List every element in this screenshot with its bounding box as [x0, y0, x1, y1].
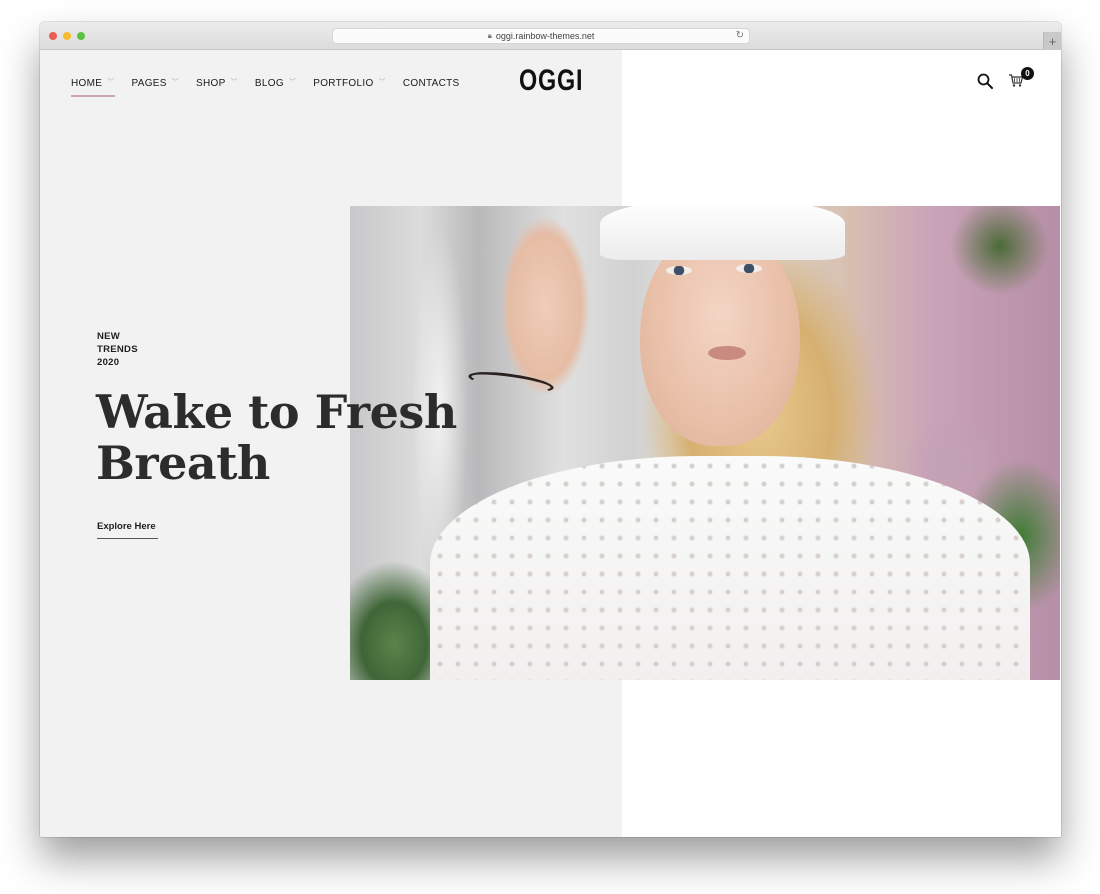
- lock-icon: 🔒︎: [487, 31, 492, 40]
- chevron-down-icon: ﹀: [378, 79, 386, 86]
- explore-here-link[interactable]: Explore Here: [97, 521, 158, 539]
- nav-label: SHOP: [196, 77, 226, 89]
- main-navigation: HOME ﹀ PAGES ﹀ SHOP ﹀ BLOG ﹀ PORTFOLIO ﹀…: [71, 76, 477, 97]
- chevron-down-icon: ﹀: [288, 79, 297, 86]
- search-icon[interactable]: [977, 73, 993, 89]
- eyebrow-line: TRENDS: [97, 344, 138, 355]
- nav-label: HOME: [71, 77, 103, 89]
- nav-label: PAGES: [131, 77, 167, 89]
- image-arm: [465, 206, 615, 506]
- image-eye: [736, 264, 762, 273]
- image-eye: [666, 266, 692, 275]
- url-text: oggi.rainbow-themes.net: [495, 31, 595, 41]
- chevron-down-icon: ﹀: [230, 79, 238, 86]
- hero-headline: Wake to Fresh Breath: [96, 387, 457, 489]
- nav-label: PORTFOLIO: [313, 77, 374, 89]
- address-bar[interactable]: 🔒︎ oggi.rainbow-themes.net ↻: [332, 28, 750, 44]
- close-window-button[interactable]: [49, 32, 57, 40]
- nav-item-shop[interactable]: SHOP ﹀: [196, 76, 238, 90]
- eyebrow-line: 2020: [97, 357, 120, 368]
- nav-item-portfolio[interactable]: PORTFOLIO ﹀: [313, 76, 386, 90]
- cart-count-badge: 0: [1021, 67, 1034, 80]
- new-tab-button[interactable]: +: [1043, 32, 1061, 50]
- hero-eyebrow: NEW TRENDS 2020: [97, 330, 138, 369]
- nav-item-home[interactable]: HOME ﹀: [71, 76, 115, 97]
- reload-icon[interactable]: ↻: [736, 30, 744, 41]
- nav-item-contacts[interactable]: CONTACTS: [403, 76, 460, 90]
- chevron-down-icon: ﹀: [107, 79, 115, 86]
- web-page: HOME ﹀ PAGES ﹀ SHOP ﹀ BLOG ﹀ PORTFOLIO ﹀…: [40, 50, 1061, 837]
- browser-titlebar: 🔒︎ oggi.rainbow-themes.net ↻ +: [40, 22, 1061, 50]
- chevron-down-icon: ﹀: [171, 79, 180, 86]
- headline-line: Wake to Fresh: [96, 385, 457, 439]
- nav-label: BLOG: [254, 77, 284, 89]
- image-blouse: [430, 456, 1030, 680]
- nav-item-blog[interactable]: BLOG ﹀: [255, 76, 296, 90]
- nav-label: CONTACTS: [402, 77, 460, 89]
- site-logo[interactable]: OGGI: [519, 64, 583, 98]
- image-lips: [708, 346, 746, 360]
- headline-line: Breath: [96, 436, 270, 490]
- eyebrow-line: NEW: [97, 331, 121, 342]
- image-cap: [600, 206, 845, 260]
- nav-item-pages[interactable]: PAGES ﹀: [132, 76, 180, 90]
- maximize-window-button[interactable]: [77, 32, 85, 40]
- minimize-window-button[interactable]: [63, 32, 71, 40]
- browser-window: 🔒︎ oggi.rainbow-themes.net ↻ + HOME ﹀ PA…: [40, 22, 1061, 837]
